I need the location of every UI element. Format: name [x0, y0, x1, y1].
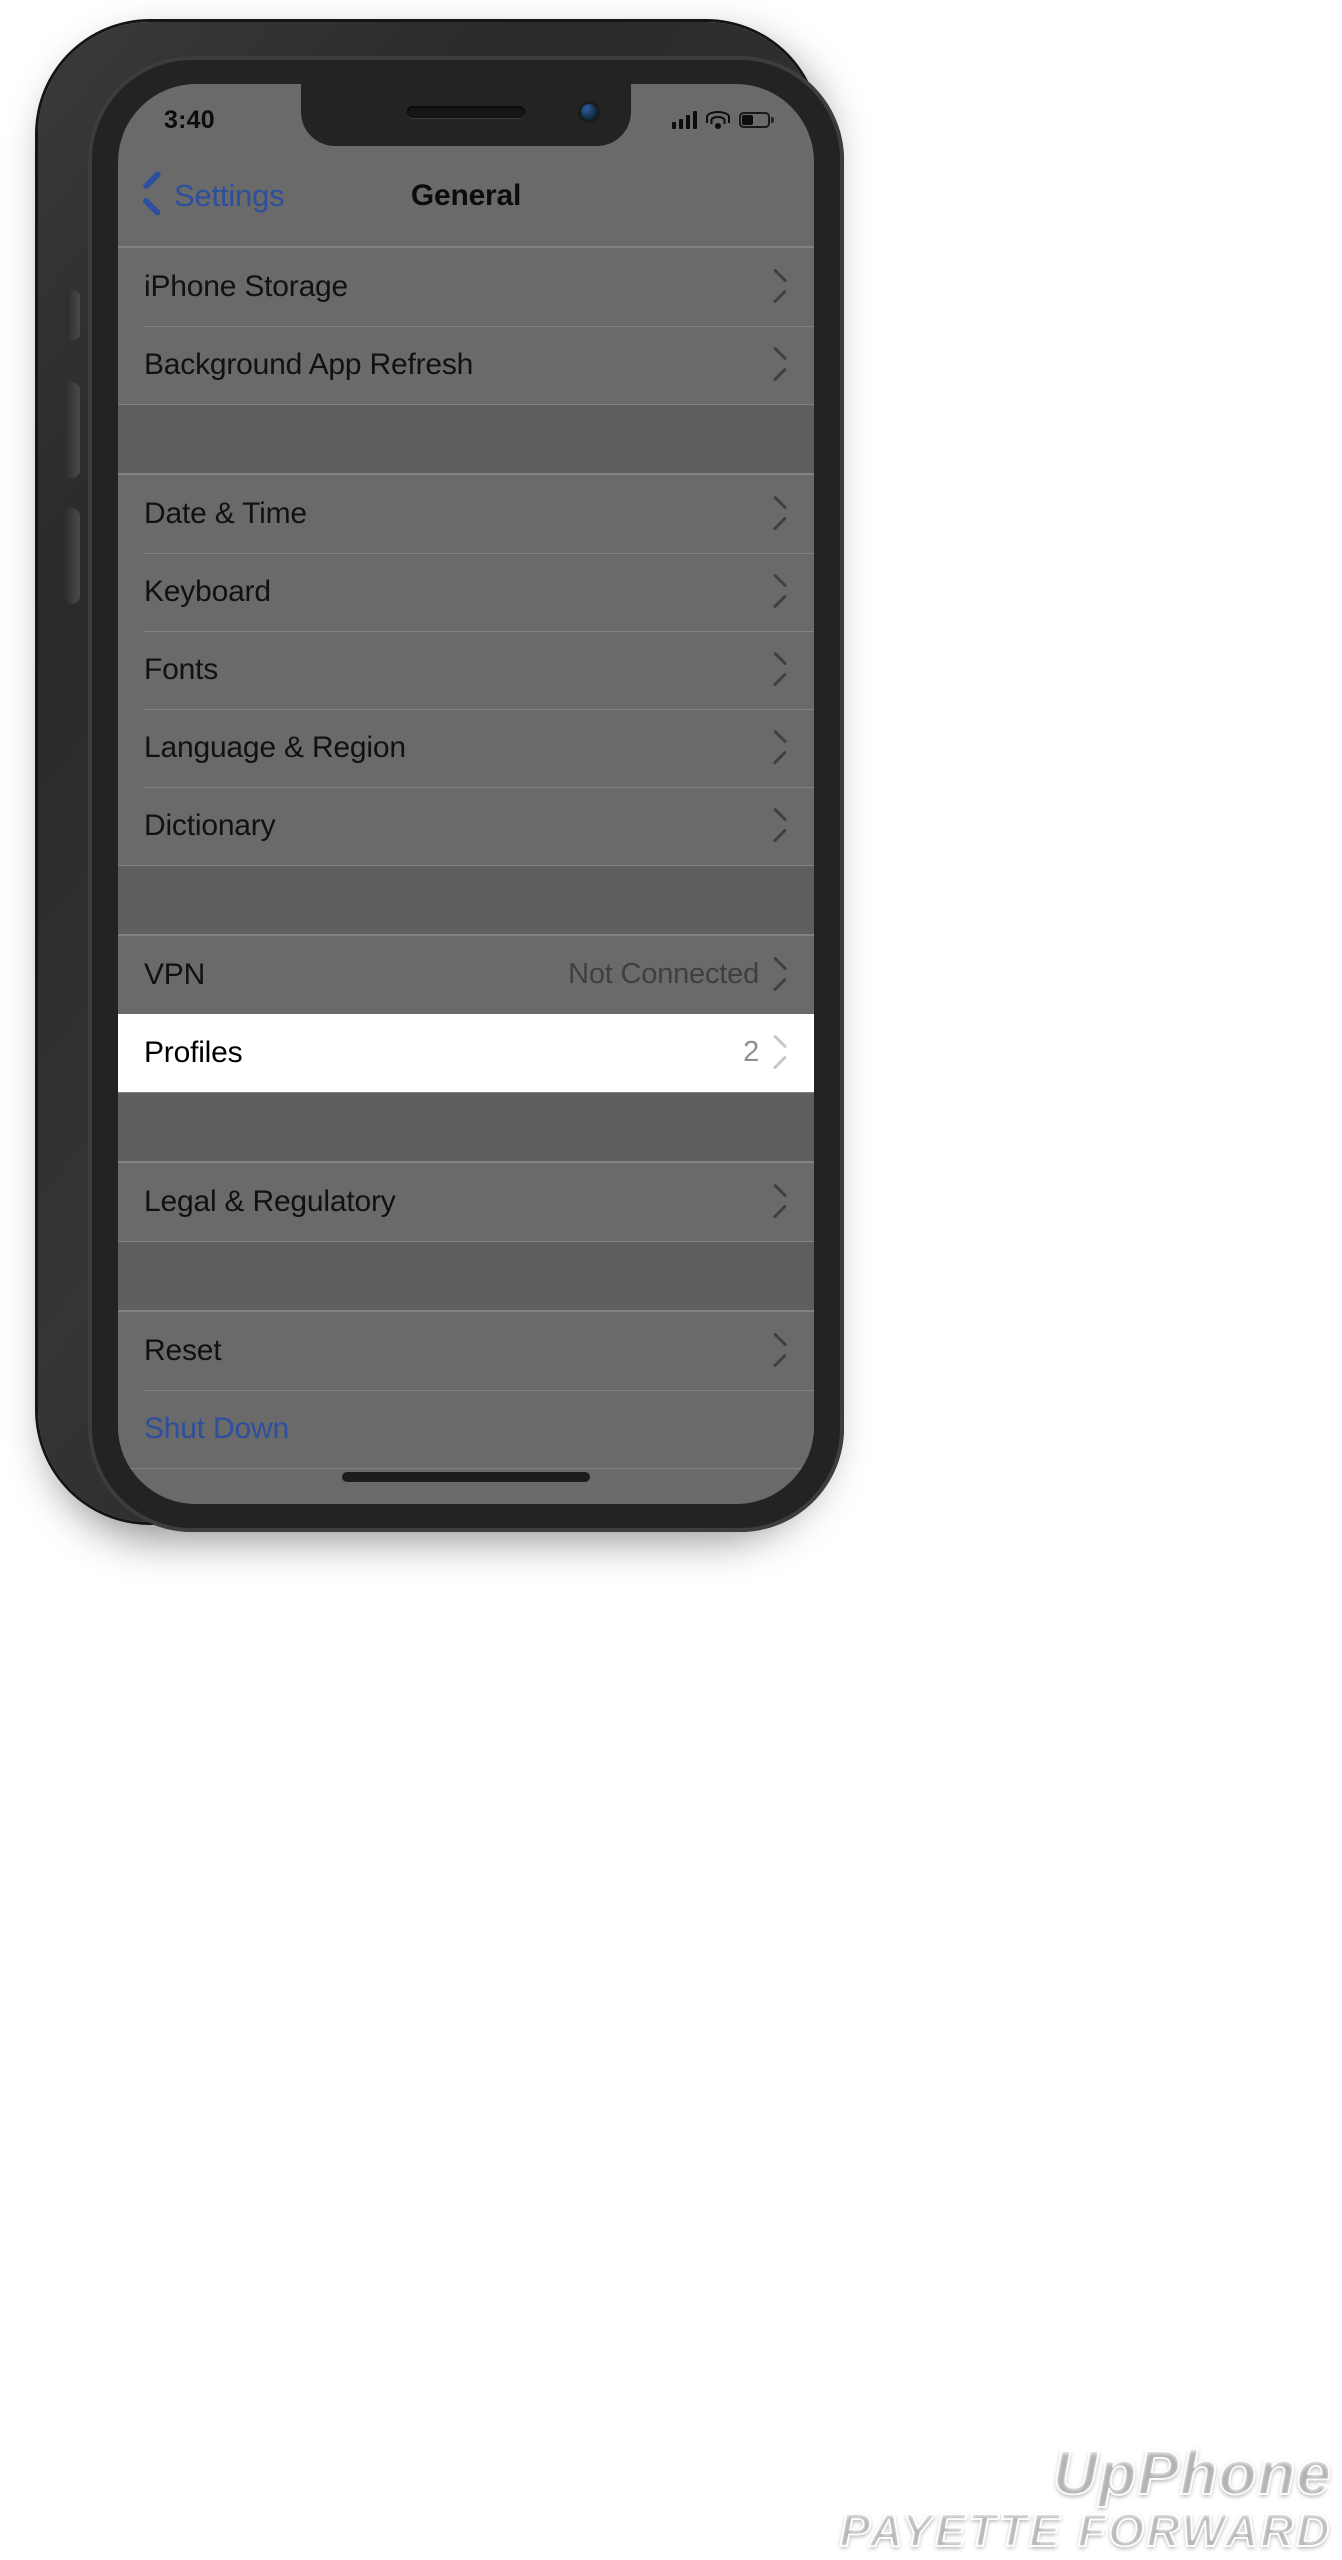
screenshot-root: 3:40 Settings General iPhone Storage Bac…	[0, 0, 1342, 2560]
status-bar-time: 3:40	[164, 105, 215, 134]
row-label: Keyboard	[144, 574, 271, 608]
storage-group: iPhone Storage Background App Refresh	[118, 246, 814, 405]
row-accessory	[777, 502, 790, 526]
row-label: Fonts	[144, 652, 219, 686]
settings-row-background-app-refresh[interactable]: Background App Refresh	[118, 325, 814, 404]
vpn-profiles-group: VPN Not Connected Profiles 2	[118, 934, 814, 1093]
chevron-right-icon	[777, 736, 790, 760]
group-separator	[118, 1093, 814, 1161]
settings-row-vpn[interactable]: VPN Not Connected	[118, 935, 814, 1014]
row-label: Date & Time	[144, 496, 307, 530]
watermark: UpPhone PAYETTE FORWARD	[839, 2438, 1332, 2557]
silent-switch[interactable]	[66, 290, 80, 340]
settings-list[interactable]: iPhone Storage Background App Refresh Da…	[118, 246, 814, 1504]
notch	[301, 84, 631, 146]
chevron-right-icon	[777, 658, 790, 682]
group-separator	[118, 405, 814, 473]
settings-row-reset[interactable]: Reset	[118, 1311, 814, 1390]
settings-row-fonts[interactable]: Fonts	[118, 630, 814, 709]
legal-group: Legal & Regulatory	[118, 1161, 814, 1242]
watermark-brand: UpPhone	[1052, 2438, 1332, 2508]
row-label: Reset	[144, 1333, 222, 1367]
front-camera-icon	[581, 104, 597, 120]
settings-row-date-time[interactable]: Date & Time	[118, 474, 814, 553]
chevron-right-icon	[777, 814, 790, 838]
chevron-right-icon	[777, 1190, 790, 1214]
settings-row-shut-down[interactable]: Shut Down	[118, 1389, 814, 1468]
profiles-count-value: 2	[743, 1036, 759, 1068]
settings-row-language-region[interactable]: Language & Region	[118, 708, 814, 787]
row-label: Legal & Regulatory	[144, 1184, 396, 1218]
battery-icon	[739, 112, 774, 128]
row-accessory	[777, 353, 790, 377]
earpiece-speaker	[407, 106, 525, 118]
row-accessory	[777, 1339, 790, 1363]
chevron-right-icon	[777, 963, 790, 987]
group-separator	[118, 1242, 814, 1310]
row-label: Language & Region	[144, 730, 406, 764]
localization-group: Date & Time Keyboard Fonts Language & Re…	[118, 473, 814, 866]
row-label: Profiles	[144, 1035, 243, 1069]
chevron-right-icon	[777, 1041, 790, 1065]
row-label: Shut Down	[144, 1411, 289, 1445]
chevron-left-icon	[140, 177, 162, 215]
volume-up-button[interactable]	[64, 382, 80, 478]
group-separator	[118, 866, 814, 934]
chevron-right-icon	[777, 580, 790, 604]
row-accessory	[777, 736, 790, 760]
row-label: iPhone Storage	[144, 269, 349, 303]
vpn-status-value: Not Connected	[568, 958, 759, 990]
settings-row-dictionary[interactable]: Dictionary	[118, 786, 814, 865]
row-accessory	[777, 658, 790, 682]
chevron-right-icon	[777, 502, 790, 526]
cellular-signal-icon	[671, 111, 697, 129]
chevron-right-icon	[777, 1339, 790, 1363]
back-button-label: Settings	[174, 178, 285, 213]
phone-screen: 3:40 Settings General iPhone Storage Bac…	[118, 84, 814, 1504]
back-button[interactable]: Settings	[140, 177, 285, 215]
row-label: VPN	[144, 957, 206, 991]
settings-row-profiles[interactable]: Profiles 2	[118, 1013, 814, 1092]
row-label: Background App Refresh	[144, 347, 474, 381]
settings-row-keyboard[interactable]: Keyboard	[118, 552, 814, 631]
reset-group: Reset Shut Down	[118, 1310, 814, 1469]
volume-down-button[interactable]	[64, 508, 80, 604]
navigation-bar: Settings General	[118, 146, 814, 246]
home-indicator[interactable]	[342, 1472, 590, 1482]
chevron-right-icon	[777, 353, 790, 377]
wifi-icon	[706, 111, 730, 129]
chevron-right-icon	[777, 275, 790, 299]
watermark-tagline: PAYETTE FORWARD	[839, 2504, 1332, 2557]
row-label: Dictionary	[144, 808, 276, 842]
row-accessory	[777, 580, 790, 604]
row-accessory: Not Connected	[568, 958, 790, 991]
row-accessory	[777, 275, 790, 299]
row-accessory: 2	[743, 1036, 790, 1069]
settings-row-legal-regulatory[interactable]: Legal & Regulatory	[118, 1162, 814, 1241]
row-accessory	[777, 814, 790, 838]
status-bar-indicators	[671, 111, 774, 129]
phone-frame: 3:40 Settings General iPhone Storage Bac…	[38, 22, 844, 1532]
settings-row-iphone-storage[interactable]: iPhone Storage	[118, 247, 814, 326]
row-accessory	[777, 1190, 790, 1214]
